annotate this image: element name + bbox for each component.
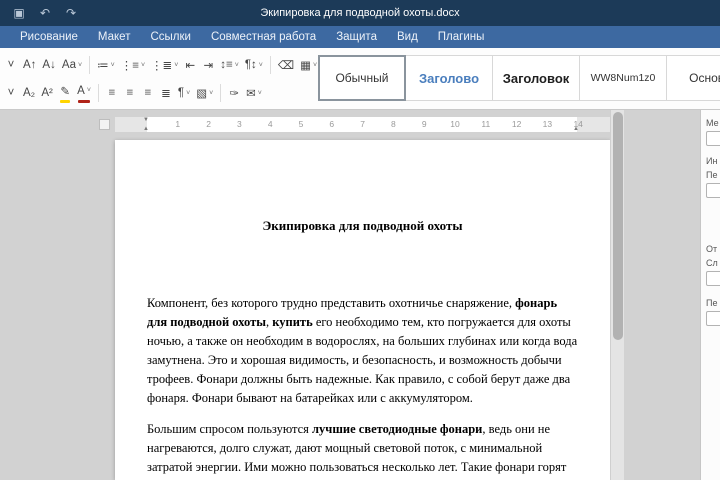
- doc-paragraph: Компонент, без которого трудно представи…: [147, 296, 578, 405]
- paragraph-spacing-icon[interactable]: ¶↕ ˅: [242, 54, 266, 76]
- app-window-icon[interactable]: ▣: [6, 0, 32, 26]
- menu-bar: Рисование Макет Ссылки Совместная работа Защ…: [0, 26, 720, 48]
- menu-tab-view[interactable]: Вид: [387, 26, 428, 48]
- tab-stop-selector[interactable]: [99, 119, 110, 130]
- align-center-icon[interactable]: ≡: [121, 82, 139, 104]
- panel-field-label: Пе: [706, 298, 718, 308]
- increase-indent-icon[interactable]: ⇥: [199, 54, 217, 76]
- bullet-list-icon[interactable]: ≔ ˅: [94, 54, 118, 76]
- ruler-number: 8: [391, 119, 396, 129]
- align-justify-icon[interactable]: ≣: [157, 82, 175, 104]
- ruler-number: 5: [298, 119, 304, 129]
- ruler-number: 12: [511, 119, 522, 129]
- toolbar-separator: [97, 84, 99, 102]
- panel-field-label: Пе: [706, 170, 718, 180]
- panel-input[interactable]: [706, 131, 720, 146]
- multilevel-list-icon[interactable]: ⋮≣ ˅: [148, 54, 181, 76]
- superscript-icon[interactable]: А²: [38, 82, 56, 104]
- style-label: Заголово: [418, 70, 480, 86]
- titlebar: ▣ ↶ ↷ Экипировка для подводной охоты.docx: [0, 0, 720, 26]
- align-left-icon[interactable]: ≡: [103, 82, 121, 104]
- ruler-number: 1: [175, 119, 181, 129]
- undo-icon[interactable]: ↶: [32, 0, 58, 26]
- ruler-number: 2: [206, 119, 211, 129]
- toolbar-separator: [220, 84, 222, 102]
- align-right-icon[interactable]: ≡: [139, 82, 157, 104]
- font-size-increase-icon[interactable]: А↑: [20, 54, 39, 76]
- menu-tab-plugins[interactable]: Плагины: [428, 26, 495, 48]
- panel-input[interactable]: [706, 183, 720, 198]
- panel-field-label: От: [706, 244, 718, 254]
- ruler-number: 11: [481, 119, 491, 129]
- ruler-number: 4: [267, 119, 273, 129]
- titlebar-icons: ▣ ↶ ↷: [0, 0, 84, 26]
- left-indent-marker[interactable]: ▲: [143, 126, 149, 132]
- nonprinting-characters-icon[interactable]: ¶ ˅: [175, 82, 193, 104]
- collapsed-dropdown-icon[interactable]: ˅: [2, 82, 20, 104]
- styles-gallery: Обычный Заголово Заголовок WW8Num1z0 Основн: [318, 55, 720, 101]
- font-size-decrease-icon[interactable]: А↓: [39, 54, 58, 76]
- first-line-indent-marker[interactable]: ▼: [143, 117, 149, 123]
- panel-field-label: Сл: [706, 258, 718, 268]
- style-heading2[interactable]: Заголовок: [492, 55, 580, 101]
- subscript-icon[interactable]: А₂: [20, 82, 38, 104]
- copy-style-icon[interactable]: ✑: [225, 82, 243, 104]
- style-normal[interactable]: Обычный: [318, 55, 406, 101]
- mail-merge-icon[interactable]: ✉ ˅: [243, 82, 265, 104]
- menu-tab-collaboration[interactable]: Совместная работа: [201, 26, 326, 48]
- menu-tab-protection[interactable]: Защита: [326, 26, 387, 48]
- collapsed-dropdown-icon[interactable]: ˅: [2, 54, 20, 76]
- style-label: Основн: [689, 71, 720, 85]
- scrollbar-thumb[interactable]: [613, 112, 623, 340]
- redo-icon[interactable]: ↷: [58, 0, 84, 26]
- highlight-color-icon[interactable]: ✎: [56, 82, 74, 104]
- panel-field-label: Ин: [706, 156, 718, 166]
- style-body-text[interactable]: Основн: [666, 55, 720, 101]
- horizontal-ruler[interactable]: ▼ ▲ ▲ 1 2 3 4 5 6 7 8 9 10 11 12 13 14: [115, 117, 610, 132]
- doc-heading: Экипировка для подводной охоты: [262, 218, 463, 233]
- clear-formatting-icon[interactable]: ⌫: [275, 54, 297, 76]
- doc-paragraph: Большим спросом пользуются лучшие светод…: [147, 422, 567, 480]
- shading-icon[interactable]: ▧ ˅: [193, 82, 216, 104]
- toolbar-separator: [89, 56, 91, 74]
- font-color-icon[interactable]: А ˅: [74, 82, 94, 104]
- ruler-number: 6: [329, 119, 335, 129]
- decrease-indent-icon[interactable]: ⇤: [181, 54, 199, 76]
- toolbar: ˅ А↑ А↓ Аа ˅ ≔ ˅ ⋮≡ ˅ ⋮≣ ˅ ⇤ ⇥ ↕≡ ˅ ¶↕ ˅ ⌫ ▦ ˅ ˅ А₂ А² ✎ А ˅ ≡ ≡ ≡ ≣…: [0, 48, 720, 110]
- line-spacing-icon[interactable]: ↕≡ ˅: [217, 54, 242, 76]
- style-label: WW8Num1z0: [590, 72, 656, 84]
- style-label: Обычный: [335, 71, 389, 85]
- panel-input[interactable]: [706, 311, 720, 326]
- document-workspace: ▼ ▲ ▲ 1 2 3 4 5 6 7 8 9 10 11 12 13 14 Экипировка для…: [0, 110, 720, 480]
- menu-tab-layout[interactable]: Макет: [88, 26, 141, 48]
- vertical-scrollbar[interactable]: [610, 110, 624, 480]
- ruler-number: 13: [542, 119, 553, 129]
- ruler-number: 9: [421, 119, 427, 129]
- panel-field-label: Ме: [706, 118, 719, 128]
- paragraph-settings-panel: Ме Ин Пе От Сл Пе: [700, 110, 720, 480]
- style-ww8num1z0[interactable]: WW8Num1z0: [579, 55, 667, 101]
- borders-icon[interactable]: ▦ ˅: [297, 54, 320, 76]
- document-page[interactable]: Экипировка для подводной охоты Компонент…: [115, 140, 610, 480]
- doc-body: Компонент, без которого трудно представи…: [147, 294, 578, 480]
- menu-tab-references[interactable]: Ссылки: [140, 26, 201, 48]
- toolbar-row-1: ˅ А↑ А↓ Аа ˅ ≔ ˅ ⋮≡ ˅ ⋮≣ ˅ ⇤ ⇥ ↕≡ ˅ ¶↕ ˅ ⌫ ▦ ˅: [2, 53, 320, 77]
- window-document-title: Экипировка для подводной охоты.docx: [260, 7, 460, 19]
- change-case-icon[interactable]: Аа ˅: [59, 54, 85, 76]
- toolbar-row-2: ˅ А₂ А² ✎ А ˅ ≡ ≡ ≡ ≣ ¶ ˅ ▧ ˅ ✑ ✉ ˅: [2, 81, 265, 105]
- panel-input[interactable]: [706, 271, 720, 286]
- menu-tab-drawing[interactable]: Рисование: [10, 26, 88, 48]
- numbered-list-icon[interactable]: ⋮≡ ˅: [118, 54, 148, 76]
- ruler-number: 10: [450, 119, 460, 129]
- style-heading1[interactable]: Заголово: [405, 55, 493, 101]
- toolbar-separator: [269, 56, 271, 74]
- ruler-number: 3: [237, 119, 242, 129]
- ruler-number: 14: [573, 119, 583, 129]
- style-label: Заголовок: [502, 70, 570, 86]
- ruler-number: 7: [360, 119, 365, 129]
